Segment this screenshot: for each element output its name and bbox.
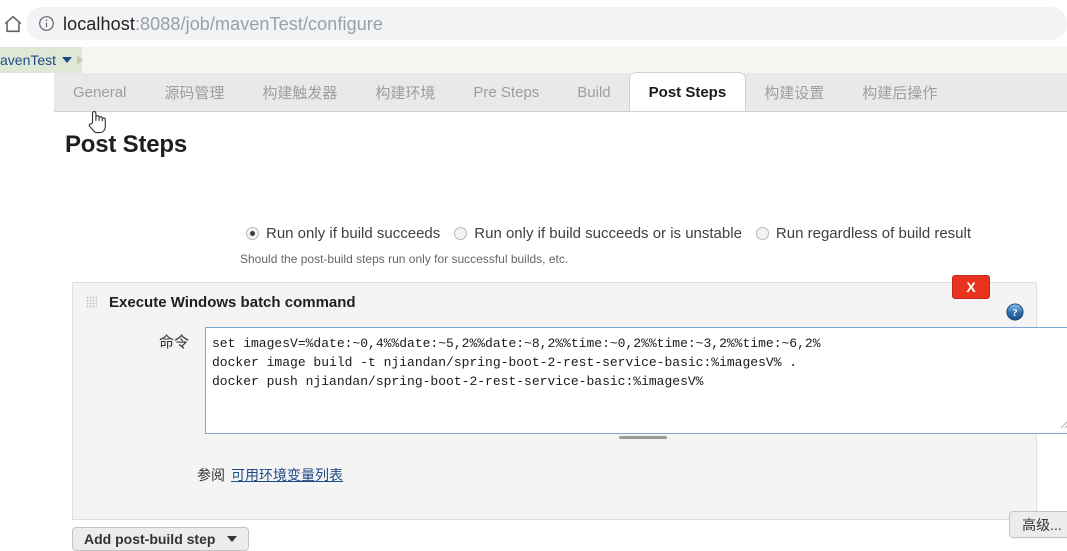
tab-post-steps[interactable]: Post Steps: [629, 73, 746, 111]
url-path: :8088/job/mavenTest/configure: [134, 14, 384, 34]
builder-panel-title: Execute Windows batch command: [109, 293, 356, 311]
breadcrumb-item-project[interactable]: avenTest: [0, 47, 83, 73]
delete-builder-button[interactable]: X: [952, 275, 990, 299]
command-field-label: 命令: [159, 334, 190, 351]
question-mark-icon[interactable]: ?: [1006, 303, 1024, 321]
radio-option-regardless[interactable]: Run regardless of build result: [755, 225, 972, 242]
page-body: General 源码管理 构建触发器 构建环境 Pre Steps Build …: [0, 73, 1067, 551]
breadcrumb-project-label: avenTest: [0, 52, 57, 68]
add-post-build-step-button[interactable]: Add post-build step: [72, 527, 250, 551]
tab-build-environment[interactable]: 构建环境: [356, 73, 454, 111]
radio-regardless-indicator[interactable]: [755, 227, 769, 240]
chevron-right-icon: [77, 55, 83, 65]
breadcrumb: avenTest: [0, 47, 1067, 74]
tab-general[interactable]: General: [54, 73, 145, 111]
url-host: localhost: [63, 14, 135, 34]
address-bar-url: localhost:8088/job/mavenTest/configure: [63, 12, 383, 36]
config-content: Post Steps Run only if build succeeds Ru…: [54, 112, 1067, 551]
tab-post-build-actions[interactable]: 构建后操作: [843, 73, 956, 111]
config-tabs: General 源码管理 构建触发器 构建环境 Pre Steps Build …: [54, 73, 956, 111]
textarea-drag-bar[interactable]: [619, 436, 667, 439]
chevron-down-icon[interactable]: [62, 57, 73, 63]
builder-panel-header: Execute Windows batch command: [73, 283, 1036, 321]
radio-option-succeeds[interactable]: Run only if build succeeds: [246, 225, 440, 242]
radio-succeeds-or-unstable-indicator[interactable]: [454, 227, 468, 240]
add-post-build-step-label: Add post-build step: [84, 531, 216, 547]
config-tabbar: General 源码管理 构建触发器 构建环境 Pre Steps Build …: [54, 73, 1067, 112]
see-also-prefix: 参阅: [197, 467, 225, 483]
command-textarea[interactable]: [205, 327, 1067, 434]
builder-panel-execute-windows-batch: Execute Windows batch command X ? 命令 set…: [72, 275, 1067, 538]
see-also-row: 参阅 可用环境变量列表: [197, 465, 343, 485]
available-env-variables-link[interactable]: 可用环境变量列表: [231, 467, 343, 483]
radio-succeeds-or-unstable-label: Run only if build succeeds or is unstabl…: [474, 225, 742, 242]
left-gutter: [0, 73, 54, 533]
radio-succeeds-label: Run only if build succeeds: [266, 225, 441, 242]
svg-text:?: ?: [1012, 307, 1017, 319]
page-title: Post Steps: [65, 131, 188, 158]
radio-succeeds-indicator[interactable]: [246, 227, 259, 240]
radio-regardless-label: Run regardless of build result: [775, 225, 972, 242]
run-condition-help-text: Should the post-build steps run only for…: [240, 252, 569, 266]
address-bar[interactable]: localhost:8088/job/mavenTest/configure: [26, 7, 1067, 40]
tab-build[interactable]: Build: [558, 73, 629, 111]
home-icon[interactable]: [2, 13, 24, 35]
run-condition-radio-group: Run only if build succeeds Run only if b…: [246, 225, 971, 242]
advanced-button[interactable]: 高级...: [1009, 511, 1067, 538]
browser-toolbar: localhost:8088/job/mavenTest/configure: [0, 0, 1067, 48]
info-icon[interactable]: [38, 15, 55, 32]
tab-source-management[interactable]: 源码管理: [145, 73, 243, 111]
tab-build-triggers[interactable]: 构建触发器: [243, 73, 356, 111]
radio-option-succeeds-or-unstable[interactable]: Run only if build succeeds or is unstabl…: [454, 225, 742, 242]
tab-pre-steps[interactable]: Pre Steps: [454, 73, 558, 111]
tab-build-settings[interactable]: 构建设置: [745, 73, 843, 111]
drag-grip-icon[interactable]: [86, 296, 97, 308]
caret-down-icon: [227, 536, 238, 542]
